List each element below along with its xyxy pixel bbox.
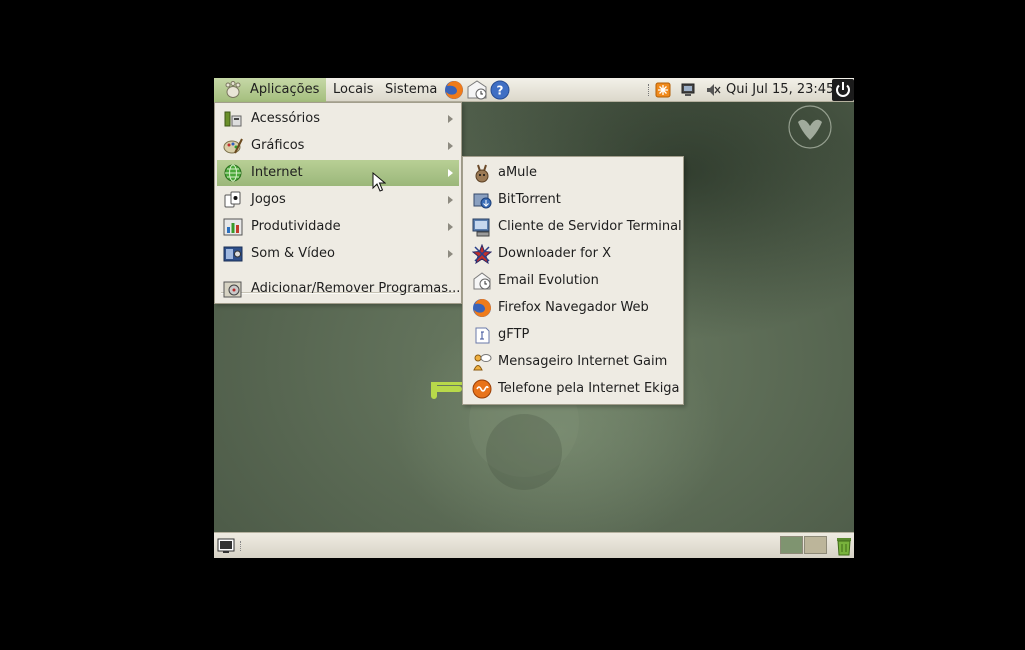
internet-icon: [224, 164, 242, 182]
workspace-1[interactable]: [780, 536, 803, 554]
trash-icon[interactable]: [835, 536, 853, 556]
applications-menu-button[interactable]: Aplicações: [214, 78, 326, 102]
submenu-arrow-icon: [448, 196, 453, 204]
gaim-icon: [473, 354, 492, 371]
tray-handle: [648, 84, 651, 96]
svg-text:?: ?: [497, 84, 504, 98]
menu-item-label: Produtividade: [251, 219, 341, 234]
update-notifier-icon[interactable]: [655, 82, 671, 98]
submenu-arrow-icon: [448, 169, 453, 177]
network-icon[interactable]: [680, 82, 696, 98]
games-icon: [224, 191, 241, 208]
help-icon[interactable]: ?: [489, 79, 511, 101]
menu-item-terminal-server-client[interactable]: Cliente de Servidor Terminal: [465, 213, 682, 240]
sound-video-icon: [223, 246, 243, 262]
menu-item-amule[interactable]: aMule: [465, 159, 681, 186]
volume-muted-icon[interactable]: [705, 82, 721, 98]
firefox-icon[interactable]: [443, 79, 465, 101]
menu-item-label: Acessórios: [251, 111, 320, 126]
submenu-arrow-icon: [448, 223, 453, 231]
menu-item-gaim[interactable]: Mensageiro Internet Gaim: [465, 348, 681, 375]
menu-item-gftp[interactable]: gFTP: [465, 321, 681, 348]
gftp-icon: [475, 327, 490, 344]
accessories-icon: [224, 111, 242, 127]
menu-item-label: Firefox Navegador Web: [498, 300, 649, 315]
mail-icon[interactable]: [466, 79, 488, 101]
university-logo: [788, 105, 832, 149]
menu-item-bittorrent[interactable]: BitTorrent: [465, 186, 681, 213]
menu-item-graphics[interactable]: Gráficos: [217, 133, 459, 159]
downloader-icon: [472, 244, 492, 264]
submenu-arrow-icon: [448, 142, 453, 150]
places-menu-button[interactable]: Locais: [326, 78, 380, 102]
power-icon[interactable]: [832, 79, 854, 101]
menu-item-email-evolution[interactable]: Email Evolution: [465, 267, 681, 294]
menu-item-label: Downloader for X: [498, 246, 612, 261]
firefox-icon: [473, 299, 491, 317]
applications-menu: Acessórios Gráficos Internet Jogos Produ…: [214, 102, 462, 304]
graphics-icon: [223, 138, 243, 154]
amule-icon: [475, 164, 489, 183]
menu-item-label: Adicionar/Remover Programas...: [251, 281, 461, 296]
add-remove-icon: [223, 281, 242, 298]
productivity-icon: [223, 218, 243, 236]
menu-item-label: Email Evolution: [498, 273, 599, 288]
menu-item-sound-video[interactable]: Som & Vídeo: [217, 241, 459, 267]
menu-item-label: Som & Vídeo: [251, 246, 335, 261]
clock[interactable]: Qui Jul 15, 23:45: [726, 78, 834, 102]
menu-item-label: Mensageiro Internet Gaim: [498, 354, 668, 369]
bottom-panel: [214, 532, 854, 558]
menu-item-label: Cliente de Servidor Terminal: [498, 219, 682, 234]
menu-item-label: BitTorrent: [498, 192, 561, 207]
menu-item-firefox[interactable]: Firefox Navegador Web: [465, 294, 681, 321]
evolution-icon: [473, 272, 491, 290]
submenu-arrow-icon: [448, 250, 453, 258]
foot-icon: [225, 81, 241, 98]
menu-item-label: gFTP: [498, 327, 530, 342]
internet-submenu: aMule BitTorrent Cliente de Servidor Ter…: [462, 156, 684, 405]
menu-item-ekiga[interactable]: Telefone pela Internet Ekiga: [465, 375, 681, 402]
menu-item-games[interactable]: Jogos: [217, 187, 459, 213]
panel-handle: [240, 541, 243, 551]
applications-menu-label: Aplicações: [250, 82, 320, 97]
menu-item-downloader-for-x[interactable]: Downloader for X: [465, 240, 681, 267]
menu-item-accessories[interactable]: Acessórios: [217, 106, 459, 132]
ekiga-icon: [472, 379, 492, 399]
show-desktop-icon[interactable]: [217, 537, 235, 554]
system-menu-button[interactable]: Sistema: [378, 78, 444, 102]
menu-item-internet[interactable]: Internet: [217, 160, 459, 186]
menu-item-productivity[interactable]: Produtividade: [217, 214, 459, 240]
menu-item-add-remove-programs[interactable]: Adicionar/Remover Programas...: [217, 276, 461, 302]
menu-item-label: aMule: [498, 165, 538, 180]
terminal-server-icon: [472, 218, 490, 237]
menu-item-label: Internet: [251, 165, 303, 180]
bittorrent-icon: [473, 193, 492, 209]
mouse-pointer-icon: [372, 172, 386, 192]
menu-item-label: Gráficos: [251, 138, 305, 153]
screen: Aplicações Locais Sistema ? Qui Jul 15, …: [214, 78, 854, 558]
top-panel: Aplicações Locais Sistema ? Qui Jul 15, …: [214, 78, 854, 102]
menu-item-label: Jogos: [251, 192, 286, 207]
workspace-2[interactable]: [804, 536, 827, 554]
menu-item-label: Telefone pela Internet Ekiga: [498, 381, 680, 396]
submenu-arrow-icon: [448, 115, 453, 123]
